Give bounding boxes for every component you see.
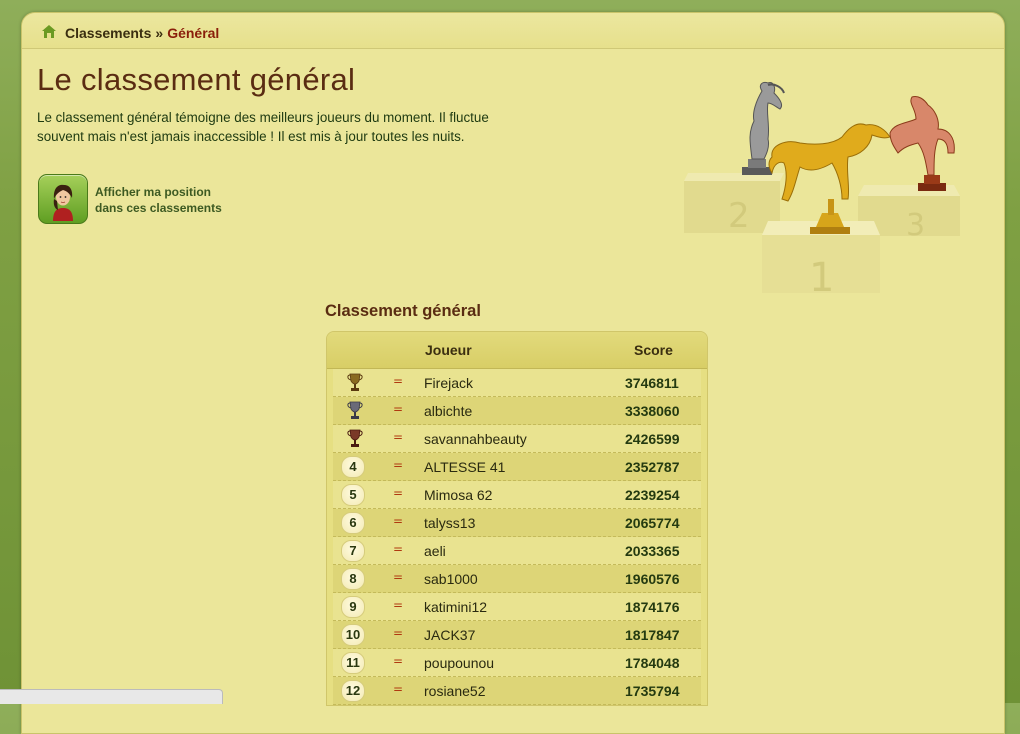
table-row: 6 = talyss13 2065774 [333,509,701,537]
trend-indicator: = [393,654,404,668]
trend-indicator: = [393,458,404,472]
player-name-link[interactable]: rosiane52 [424,683,486,699]
podium-place-2: 2 [728,196,750,236]
table-row: = Firejack 3746811 [333,369,701,397]
podium-place-3: 3 [906,208,925,243]
trend-indicator: = [393,682,404,696]
player-score: 2352787 [625,459,680,475]
rank-badge: 8 [341,568,365,590]
home-icon[interactable] [42,25,56,38]
show-my-position-button[interactable] [38,174,88,224]
position-label-line1: Afficher ma position [95,185,212,199]
table-row: = albichte 3338060 [333,397,701,425]
header-score: Score [634,342,673,358]
rank-badge: 4 [341,456,365,478]
player-name-link[interactable]: sab1000 [424,571,478,587]
player-score: 1874176 [625,599,680,615]
trend-indicator: = [393,374,404,388]
header-player: Joueur [425,342,472,358]
show-my-position-link[interactable]: Afficher ma position dans ces classement… [95,184,255,216]
breadcrumb-separator: » [155,25,164,41]
browser-status-bar [0,689,223,704]
rank-badge: 7 [341,540,365,562]
table-row: 4 = ALTESSE 41 2352787 [333,453,701,481]
breadcrumb-current: Général [167,25,220,41]
silver-trophy-icon [347,401,363,419]
table-row: 9 = katimini12 1874176 [333,593,701,621]
player-score: 2239254 [625,487,680,503]
player-score: 1960576 [625,571,680,587]
player-score: 1735794 [625,683,680,699]
player-score: 1817847 [625,627,680,643]
page-title: Le classement général [37,62,356,97]
player-name-link[interactable]: talyss13 [424,515,475,531]
rank-badge: 5 [341,484,365,506]
trend-indicator: = [393,570,404,584]
trend-indicator: = [393,486,404,500]
position-label-line2: dans ces classements [95,201,222,215]
breadcrumb: Classements» Général [22,13,1004,49]
player-name-link[interactable]: aeli [424,543,446,559]
player-name-link[interactable]: JACK37 [424,627,475,643]
player-avatar-icon [53,184,73,221]
ranking-table: Joueur Score = Firejack 3746811 = albich… [326,331,708,706]
table-row: = savannahbeauty 2426599 [333,425,701,453]
rank-badge: 11 [341,652,365,674]
player-name-link[interactable]: ALTESSE 41 [424,459,505,475]
rank-badge: 10 [341,624,365,646]
podium-place-1: 1 [809,255,834,293]
player-name-link[interactable]: poupounou [424,655,494,671]
trend-indicator: = [393,514,404,528]
trend-indicator: = [393,402,404,416]
intro-text: Le classement général témoigne des meill… [37,110,489,144]
table-row: 11 = poupounou 1784048 [333,649,701,677]
rank-badge: 6 [341,512,365,534]
player-name-link[interactable]: Mimosa 62 [424,487,492,503]
player-score: 1784048 [625,655,680,671]
player-name-link[interactable]: Firejack [424,375,473,391]
ranking-table-title: Classement général [325,302,481,320]
bronze-horse-trophy-icon [889,96,955,191]
player-name-link[interactable]: savannahbeauty [424,431,527,447]
podium-illustration: 2 3 1 [684,82,960,293]
player-name-link[interactable]: katimini12 [424,599,487,615]
table-row: 8 = sab1000 1960576 [333,565,701,593]
player-score: 2426599 [625,431,680,447]
trend-indicator: = [393,542,404,556]
table-row: 7 = aeli 2033365 [333,537,701,565]
rank-badge: 9 [341,596,365,618]
player-score: 2065774 [625,515,680,531]
table-row: 12 = rosiane52 1735794 [333,677,701,705]
player-score: 2033365 [625,543,680,559]
player-score: 3338060 [625,403,680,419]
rank-badge: 12 [341,680,365,702]
player-name-link[interactable]: albichte [424,403,472,419]
ranking-table-header: Joueur Score [327,332,707,369]
bronze-trophy-icon [347,429,363,447]
trend-indicator: = [393,626,404,640]
table-row: 5 = Mimosa 62 2239254 [333,481,701,509]
player-score: 3746811 [625,375,679,391]
trend-indicator: = [393,430,404,444]
trend-indicator: = [393,598,404,612]
gold-trophy-icon [347,373,363,391]
table-row: 10 = JACK37 1817847 [333,621,701,649]
main-panel: Classements» Général Le classement généra… [21,12,1005,734]
breadcrumb-classements-link[interactable]: Classements [65,25,151,41]
